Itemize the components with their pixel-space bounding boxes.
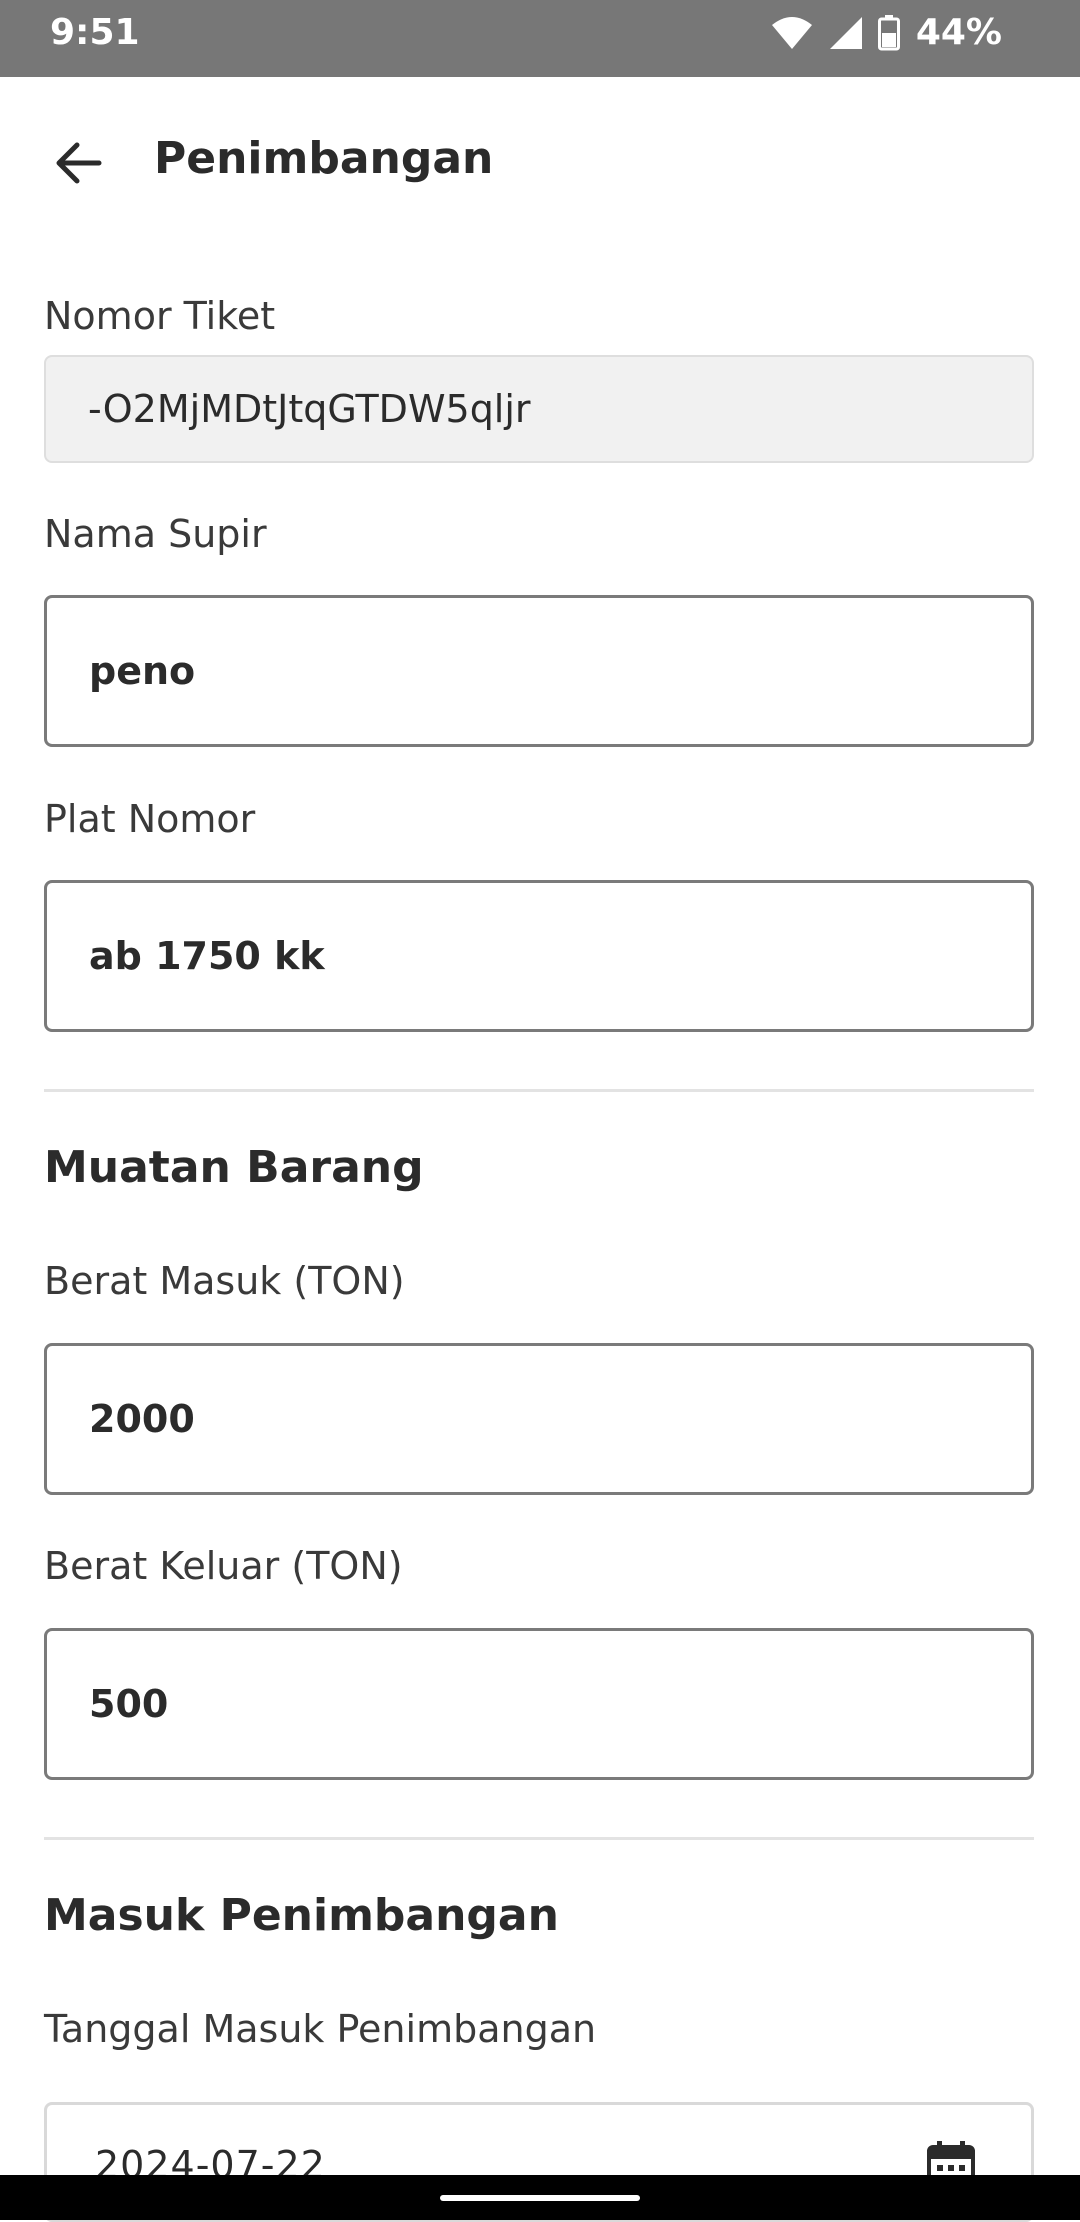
back-button[interactable] [40,127,115,202]
status-bar: 9:51 44% [0,0,1080,77]
divider [44,1089,1034,1092]
nomor-tiket-value: -O2MjMDtJtqGTDW5qljr [88,387,531,431]
page-title: Penimbangan [154,133,494,184]
section-title-masuk: Masuk Penimbangan [44,1890,559,1941]
label-nama-supir: Nama Supir [44,512,267,556]
berat-keluar-value: 500 [89,1682,169,1726]
wifi-icon [770,15,814,51]
signal-icon [828,15,864,51]
plat-nomor-value: ab 1750 kk [89,934,325,978]
label-plat-nomor: Plat Nomor [44,797,256,841]
berat-masuk-value: 2000 [89,1397,195,1441]
status-icons: 44% [770,12,1002,53]
label-berat-keluar: Berat Keluar (TON) [44,1544,403,1588]
battery-percent: 44% [915,12,1002,53]
label-berat-masuk: Berat Masuk (TON) [44,1259,405,1303]
section-title-muatan: Muatan Barang [44,1142,424,1193]
nama-supir-value: peno [89,649,196,693]
home-gesture-handle[interactable] [440,2195,640,2201]
system-navigation-bar [0,2175,1080,2220]
nomor-tiket-field: -O2MjMDtJtqGTDW5qljr [44,355,1034,463]
app-bar: Penimbangan [0,77,1080,247]
status-time: 9:51 [50,12,140,53]
berat-keluar-input[interactable]: 500 [44,1628,1034,1780]
divider [44,1837,1034,1840]
battery-icon [877,14,900,51]
label-tanggal-masuk: Tanggal Masuk Penimbangan [44,2007,597,2051]
label-nomor-tiket: Nomor Tiket [44,294,276,338]
plat-nomor-input[interactable]: ab 1750 kk [44,880,1034,1032]
berat-masuk-input[interactable]: 2000 [44,1343,1034,1495]
arrow-back-icon [53,140,103,190]
nama-supir-input[interactable]: peno [44,595,1034,747]
